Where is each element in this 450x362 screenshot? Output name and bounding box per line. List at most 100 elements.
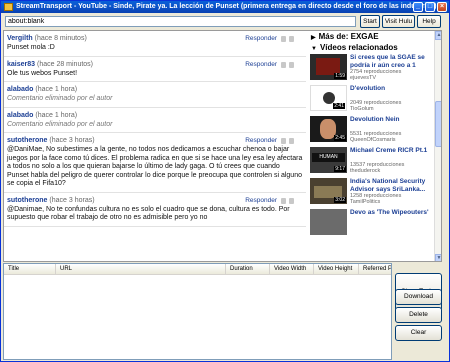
- scroll-up-icon[interactable]: ▲: [435, 31, 441, 40]
- maximize-icon[interactable]: □: [425, 2, 435, 12]
- video-duration: 2:45: [334, 135, 346, 141]
- rating-thumbs[interactable]: [281, 35, 301, 42]
- video-title[interactable]: D'evolution: [350, 85, 432, 93]
- url-input[interactable]: [5, 16, 356, 27]
- column-url[interactable]: URL: [56, 264, 226, 275]
- video-user[interactable]: TioGolum: [350, 106, 374, 112]
- comment-author[interactable]: Vergilth: [7, 35, 33, 42]
- scrollbar-thumb[interactable]: [435, 101, 441, 147]
- video-title[interactable]: Si crees que la SGAE se podría ir aún cr…: [350, 54, 432, 69]
- media-list[interactable]: Title URL Duration Video Width Video Hei…: [3, 263, 392, 360]
- comment-author[interactable]: sutotherone: [7, 137, 47, 144]
- related-videos-header[interactable]: ▼ Vídeos relacionados: [308, 42, 432, 53]
- comments-list: Vergilth (hace 8 minutos) Responder Puns…: [4, 31, 306, 261]
- comment-author[interactable]: sutotherone: [7, 197, 47, 204]
- url-toolbar: Start Visit Hulu Help: [1, 15, 449, 29]
- expand-triangle-icon: ▶: [311, 35, 316, 41]
- app-window: StreamTransport - YouTube - Sinde, Pirat…: [0, 0, 450, 362]
- related-video[interactable]: HUMAN 9:17 Michael Creme RICR Pt.1 13537…: [308, 146, 432, 175]
- window-title: StreamTransport - YouTube - Sinde, Pirat…: [16, 3, 437, 10]
- minimize-icon[interactable]: _: [413, 2, 423, 12]
- comment-author[interactable]: alabado: [7, 112, 33, 119]
- rating-thumbs[interactable]: [281, 137, 301, 144]
- video-duration: 3:02: [334, 197, 346, 203]
- related-video[interactable]: 2:45 Devolution Nein 5531 reproducciones…: [308, 115, 432, 144]
- video-user[interactable]: TamilPolitics: [350, 199, 380, 205]
- more-from-label: Más de: EXGAE: [318, 32, 379, 41]
- list-header: Title URL Duration Video Width Video Hei…: [4, 264, 391, 275]
- collapse-triangle-icon: ▼: [311, 46, 317, 52]
- scroll-down-icon[interactable]: ▼: [435, 254, 441, 261]
- reply-link[interactable]: Responder: [245, 135, 277, 146]
- video-thumbnail[interactable]: 3:02: [310, 178, 347, 204]
- video-duration: 1:59: [334, 73, 346, 79]
- video-title[interactable]: Devo as 'The Wipeouters': [350, 209, 432, 217]
- video-thumbnail[interactable]: 2:45: [310, 116, 347, 142]
- column-video-width[interactable]: Video Width: [270, 264, 314, 275]
- app-icon: [4, 3, 13, 11]
- related-video[interactable]: Devo as 'The Wipeouters': [308, 208, 432, 237]
- comment-item: sutotherone (hace 3 horas) Responder @Da…: [4, 193, 306, 227]
- video-thumbnail[interactable]: [310, 209, 347, 235]
- visit-hulu-button[interactable]: Visit Hulu: [382, 15, 415, 28]
- column-title[interactable]: Title: [4, 264, 56, 275]
- video-user[interactable]: theduderock: [350, 168, 380, 174]
- related-sidebar: ▶ Más de: EXGAE ▼ Vídeos relacionados 1:59…: [308, 31, 432, 261]
- video-thumbnail[interactable]: 1:59: [310, 54, 347, 80]
- comment-item: alabado (hace 1 hora) Comentario elimina…: [4, 82, 306, 108]
- video-title[interactable]: Devolution Nein: [350, 116, 432, 124]
- column-referred-page[interactable]: Referred Page: [359, 264, 391, 275]
- rating-thumbs[interactable]: [281, 61, 301, 68]
- comment-item: sutotherone (hace 3 horas) Responder @Da…: [4, 133, 306, 193]
- reply-link[interactable]: Responder: [245, 195, 277, 206]
- comment-removed-note: Comentario eliminado por el autor: [7, 120, 113, 128]
- thumbs-down-icon[interactable]: [289, 197, 294, 204]
- reply-link[interactable]: Responder: [245, 59, 277, 70]
- related-video[interactable]: 3:02 India's National Security Advisor s…: [308, 177, 432, 206]
- video-thumbnail[interactable]: HUMAN 9:17: [310, 147, 347, 173]
- related-videos-label: Vídeos relacionados: [319, 43, 398, 52]
- video-title[interactable]: Michael Creme RICR Pt.1: [350, 147, 432, 155]
- thumbs-down-icon[interactable]: [289, 61, 294, 68]
- delete-button[interactable]: Delete: [395, 307, 442, 323]
- related-video[interactable]: 2:41 D'evolution 2049 reproducciones Tio…: [308, 84, 432, 113]
- comment-time: (hace 3 horas): [49, 196, 95, 204]
- reply-link[interactable]: Responder: [245, 33, 277, 44]
- more-from-header[interactable]: ▶ Más de: EXGAE: [308, 31, 432, 42]
- comment-time: (hace 8 minutos): [34, 35, 87, 42]
- comment-author[interactable]: kaiser83: [7, 61, 35, 68]
- thumbs-down-icon[interactable]: [289, 36, 294, 42]
- comment-item: Vergilth (hace 8 minutos) Responder Puns…: [4, 31, 306, 57]
- thumbs-up-icon[interactable]: [281, 61, 286, 68]
- help-button[interactable]: Help: [417, 15, 441, 28]
- comment-time: (hace 1 hora): [35, 111, 78, 119]
- browser-view[interactable]: Vergilth (hace 8 minutos) Responder Puns…: [3, 30, 442, 262]
- video-user[interactable]: ejuevesTV: [350, 75, 376, 81]
- video-thumbnail[interactable]: 2:41: [310, 85, 347, 111]
- close-icon[interactable]: ×: [437, 2, 447, 12]
- start-button[interactable]: Start: [360, 15, 380, 28]
- comment-body: @DaniMae, No subestimes a la gente, no t…: [7, 146, 303, 187]
- video-duration: 9:17: [334, 166, 346, 172]
- comment-time: (hace 3 horas): [49, 137, 95, 144]
- comment-item: kaiser83 (hace 28 minutos) Responder Ole…: [4, 57, 306, 82]
- thumbs-up-icon[interactable]: [281, 197, 286, 204]
- comment-time: (hace 28 minutos): [36, 60, 94, 68]
- comment-body: Ole tus webos Punset!: [7, 69, 78, 77]
- title-bar: StreamTransport - YouTube - Sinde, Pirat…: [1, 1, 449, 13]
- rating-thumbs[interactable]: [281, 197, 301, 204]
- thumbs-up-icon[interactable]: [281, 138, 286, 144]
- comment-author[interactable]: alabado: [7, 86, 33, 93]
- related-video[interactable]: 1:59 Si crees que la SGAE se podría ir a…: [308, 53, 432, 82]
- comment-time: (hace 1 hora): [35, 86, 78, 93]
- column-duration[interactable]: Duration: [226, 264, 270, 275]
- vertical-scrollbar[interactable]: ▲ ▼: [434, 31, 441, 261]
- thumbs-down-icon[interactable]: [289, 138, 294, 144]
- thumbs-up-icon[interactable]: [281, 36, 286, 42]
- download-button[interactable]: Download: [395, 289, 442, 305]
- video-title[interactable]: India's National Security Advisor says S…: [350, 178, 432, 193]
- column-video-height[interactable]: Video Height: [314, 264, 359, 275]
- comment-item: alabado (hace 1 hora) Comentario elimina…: [4, 108, 306, 133]
- video-user[interactable]: QueenOfCosmaris: [350, 137, 396, 143]
- clear-button[interactable]: Clear: [395, 325, 442, 341]
